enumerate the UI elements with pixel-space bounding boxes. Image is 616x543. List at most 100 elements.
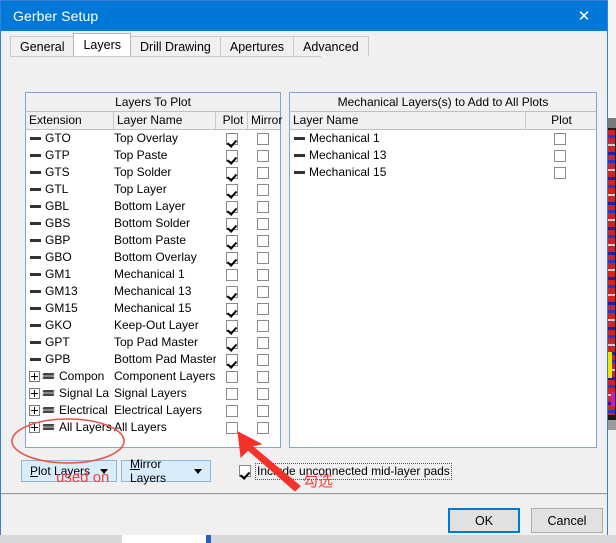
table-row[interactable]: GM15 Mechanical 15 [26,300,280,317]
include-unconnected-mid-layer-pads-label[interactable]: Include unconnected mid-layer pads [255,462,452,480]
layer-extension-cell: Electrical [26,402,114,419]
mirror-checkbox[interactable] [257,251,269,264]
plot-checkbox[interactable] [226,217,238,230]
mirror-checkbox[interactable] [257,285,269,298]
mirror-checkbox[interactable] [257,268,269,281]
plot-checkbox[interactable] [226,353,238,366]
plot-checkbox[interactable] [226,302,238,315]
layer-name-cell: Signal Layers [114,386,187,400]
close-icon[interactable]: ✕ [561,1,607,31]
cancel-button[interactable]: Cancel [531,508,603,533]
plot-checkbox[interactable] [226,251,238,264]
mech-layer-name-cell: Mechanical 1 [290,130,526,147]
plot-checkbox[interactable] [226,319,238,332]
plot-checkbox[interactable] [226,234,238,247]
plot-checkbox[interactable] [226,200,238,213]
mechanical-layers-panel: Mechanical Layers(s) to Add to All Plots… [289,92,597,448]
table-row[interactable]: GM1 Mechanical 1 [26,266,280,283]
plot-checkbox[interactable] [226,166,238,179]
mirror-layers-button[interactable]: Mirror Layers [121,457,211,485]
tab-advanced[interactable]: Advanced [293,36,369,56]
mirror-checkbox[interactable] [257,387,269,400]
layer-icon [30,239,41,242]
mech-plot-checkbox[interactable] [554,132,566,145]
table-row[interactable]: GKO Keep-Out Layer [26,317,280,334]
table-row[interactable]: GPT Top Pad Master [26,334,280,351]
dialog-title: Gerber Setup [13,8,99,24]
column-header-mech-plot[interactable]: Plot [526,112,594,129]
column-header-mech-layer-name[interactable]: Layer Name [290,112,526,129]
plot-checkbox-cell [216,351,248,368]
table-row[interactable]: Mechanical 13 [290,147,596,164]
plot-checkbox[interactable] [226,285,238,298]
include-unconnected-mid-layer-pads-checkbox[interactable] [239,465,251,477]
table-row[interactable]: Mechanical 15 [290,164,596,181]
tab-general[interactable]: General [10,36,75,56]
tab-layers[interactable]: Layers [73,33,132,56]
mirror-checkbox[interactable] [257,132,269,145]
layer-icon [294,154,305,157]
expand-icon[interactable] [29,371,40,382]
plot-checkbox-cell [216,334,248,351]
plot-checkbox[interactable] [226,421,238,434]
table-row[interactable]: Compon Component Layers [26,368,280,385]
plot-checkbox-cell [216,130,248,147]
tab-apertures[interactable]: Apertures [219,36,295,56]
table-row[interactable]: Mechanical 1 [290,130,596,147]
mirror-checkbox[interactable] [257,319,269,332]
plot-checkbox[interactable] [226,183,238,196]
expand-icon[interactable] [29,422,40,433]
column-header-mirror[interactable]: Mirror [248,112,282,129]
table-row[interactable]: GTP Top Paste [26,147,280,164]
table-row[interactable]: All Layers All Layers [26,419,280,436]
column-header-plot[interactable]: Plot [216,112,248,129]
layer-extension-text: GTL [45,182,69,196]
layer-extension-cell: GPT [26,334,114,351]
table-row[interactable]: GBS Bottom Solder [26,215,280,232]
layer-icon [30,307,41,310]
plot-checkbox[interactable] [226,149,238,162]
mirror-checkbox[interactable] [257,183,269,196]
tab-bar: General Layers Drill Drawing Apertures A… [10,33,369,56]
mirror-checkbox[interactable] [257,336,269,349]
table-row[interactable]: GPB Bottom Pad Master [26,351,280,368]
table-row[interactable]: GBP Bottom Paste [26,232,280,249]
mirror-checkbox-cell [248,147,278,164]
layer-name-cell: Top Paste [114,148,168,162]
table-row[interactable]: GBL Bottom Layer [26,198,280,215]
plot-checkbox[interactable] [226,268,238,281]
mirror-checkbox[interactable] [257,302,269,315]
expand-icon[interactable] [29,388,40,399]
plot-checkbox[interactable] [226,370,238,383]
mirror-checkbox[interactable] [257,217,269,230]
column-header-layer-name[interactable]: Layer Name [114,112,216,129]
table-row[interactable]: Signal La Signal Layers [26,385,280,402]
plot-checkbox[interactable] [226,132,238,145]
expand-icon[interactable] [29,405,40,416]
mech-plot-checkbox[interactable] [554,166,566,179]
table-row[interactable]: GTL Top Layer [26,181,280,198]
table-row[interactable]: GTO Top Overlay [26,130,280,147]
plot-checkbox[interactable] [226,336,238,349]
table-row[interactable]: GBO Bottom Overlay [26,249,280,266]
mirror-checkbox[interactable] [257,200,269,213]
ok-button[interactable]: OK [448,508,520,533]
mirror-checkbox[interactable] [257,404,269,417]
mirror-checkbox[interactable] [257,421,269,434]
plot-checkbox[interactable] [226,404,238,417]
taskbar-item[interactable] [122,535,210,543]
mirror-checkbox[interactable] [257,353,269,366]
column-header-extension[interactable]: Extension [26,112,114,129]
mirror-checkbox[interactable] [257,166,269,179]
mirror-checkbox[interactable] [257,370,269,383]
mech-layer-name-text: Mechanical 15 [309,165,387,179]
mech-plot-checkbox[interactable] [554,149,566,162]
tab-drill-drawing[interactable]: Drill Drawing [130,36,221,56]
table-row[interactable]: Electrical Electrical Layers [26,402,280,419]
layer-icon [30,290,41,293]
table-row[interactable]: GM13 Mechanical 13 [26,283,280,300]
mirror-checkbox[interactable] [257,234,269,247]
mirror-checkbox[interactable] [257,149,269,162]
plot-checkbox[interactable] [226,387,238,400]
table-row[interactable]: GTS Top Solder [26,164,280,181]
